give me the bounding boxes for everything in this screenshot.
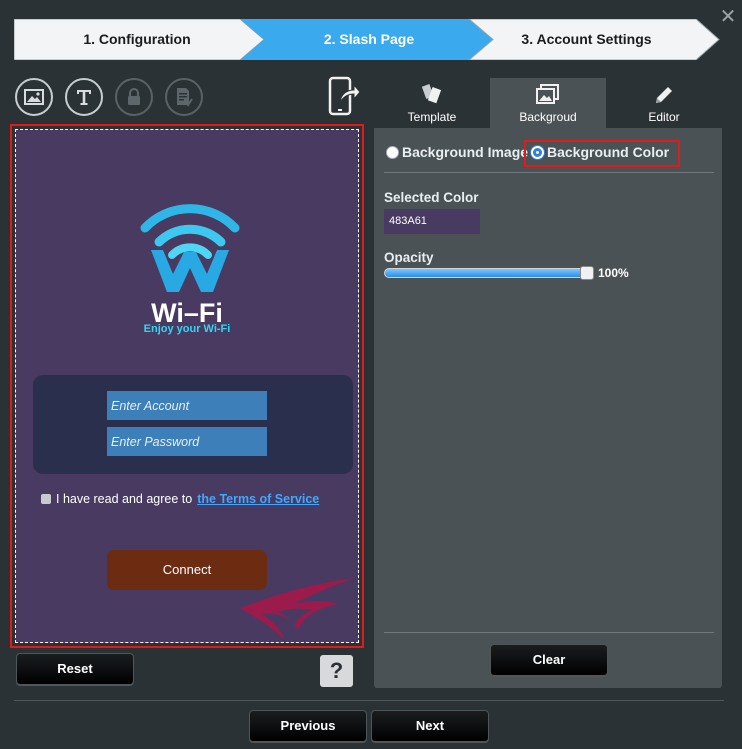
lock-icon (128, 88, 140, 105)
background-image-icon (536, 84, 559, 104)
tab-editor-label: Editor (648, 110, 680, 124)
image-icon (24, 89, 44, 105)
opacity-slider-handle[interactable] (580, 266, 594, 280)
wizard-stepper: 1. Configuration 2. Slash Page 3. Accoun… (14, 19, 720, 60)
selected-color-swatch[interactable]: 483A61 (384, 209, 480, 234)
password-input[interactable] (107, 427, 267, 456)
background-color-label: Background Color (547, 144, 670, 160)
insert-text-button[interactable] (65, 78, 103, 116)
template-icon (421, 84, 442, 104)
divider (384, 632, 714, 633)
previous-button[interactable]: Previous (249, 710, 367, 742)
background-color-radio[interactable] (531, 145, 544, 159)
footer-divider (14, 700, 724, 701)
background-image-radio[interactable] (386, 145, 399, 159)
reset-button[interactable]: Reset (16, 653, 134, 685)
lock-button[interactable] (115, 78, 153, 116)
rog-logo-icon (240, 578, 354, 640)
pencil-icon (656, 87, 672, 103)
insert-image-button[interactable] (15, 78, 53, 116)
mobile-share-icon (328, 76, 361, 116)
mobile-preview-button[interactable] (327, 76, 361, 116)
opacity-value: 100% (598, 266, 629, 280)
clear-button[interactable]: Clear (490, 644, 608, 676)
tab-template-label: Template (407, 110, 457, 124)
wifi-logo-icon (140, 204, 240, 292)
text-icon (77, 90, 91, 105)
selected-color-label: Selected Color (384, 190, 479, 205)
option-background-color[interactable]: Background Color (531, 144, 669, 160)
divider (384, 172, 714, 173)
terms-link[interactable]: the Terms of Service (197, 492, 319, 506)
splash-page-preview: Wi–Fi Enjoy your Wi-Fi I have read and a… (10, 124, 364, 648)
tab-editor[interactable]: Editor (606, 78, 722, 128)
step-configuration[interactable]: 1. Configuration (14, 19, 260, 60)
agree-checkbox[interactable] (41, 494, 51, 504)
tab-background[interactable]: Backgroud (490, 78, 606, 128)
step-account-settings[interactable]: 3. Account Settings (484, 19, 689, 60)
agree-text: I have read and agree to (56, 492, 193, 506)
document-edit-button[interactable] (165, 78, 203, 116)
wifi-subtitle: Enjoy your Wi-Fi (143, 323, 231, 335)
step-slash-page[interactable]: 2. Slash Page (254, 19, 484, 60)
next-button[interactable]: Next (371, 710, 489, 742)
option-background-image[interactable]: Background Image (386, 144, 528, 160)
preview-canvas: Wi–Fi Enjoy your Wi-Fi I have read and a… (15, 129, 359, 643)
opacity-slider[interactable] (384, 268, 588, 278)
tab-background-label: Backgroud (519, 110, 577, 124)
help-button[interactable]: ? (320, 655, 353, 687)
background-image-label: Background Image (402, 144, 529, 160)
background-settings-panel: Background Image Background Color Select… (374, 128, 722, 688)
opacity-label: Opacity (384, 250, 434, 265)
login-form (33, 375, 353, 474)
document-edit-icon (177, 88, 193, 107)
tab-template[interactable]: Template (374, 78, 490, 128)
account-input[interactable] (107, 391, 267, 420)
editor-tabs: Template Backgroud Editor (374, 78, 722, 128)
terms-agreement: I have read and agree to the Terms of Se… (41, 492, 319, 506)
close-icon[interactable]: ✕ (718, 6, 738, 26)
